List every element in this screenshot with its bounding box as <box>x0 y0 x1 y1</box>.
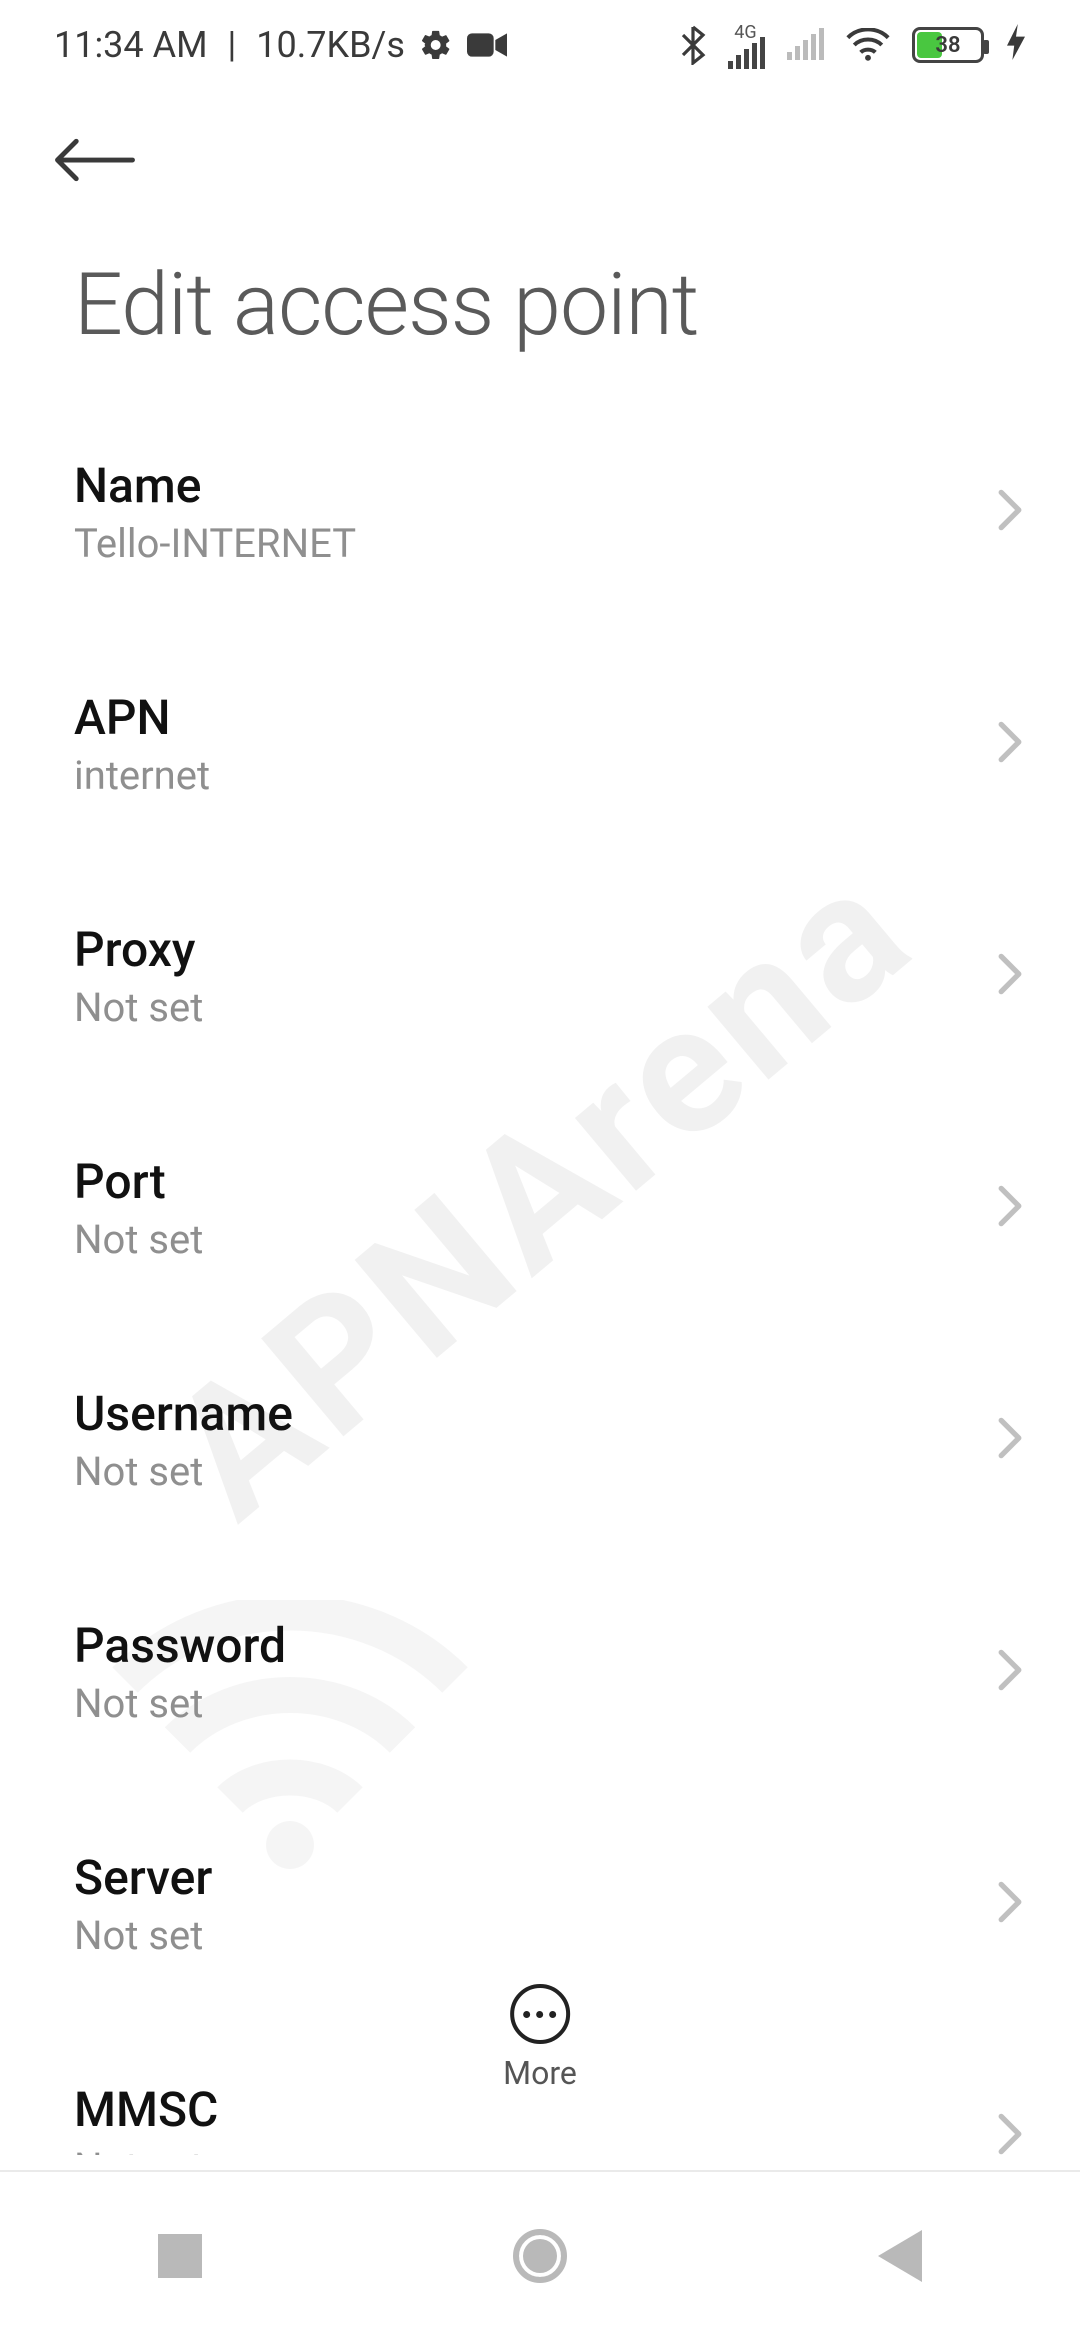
nav-recent-button[interactable] <box>80 2234 280 2278</box>
signal-primary: 4G <box>728 22 765 69</box>
page-title: Edit access point <box>0 204 1080 395</box>
signal-secondary-icon <box>787 30 824 60</box>
status-divider: | <box>228 24 237 66</box>
setting-value: Not set <box>74 984 203 1031</box>
status-net-speed: 10.7KB/s <box>256 24 405 66</box>
setting-value: Tello-INTERNET <box>74 520 356 567</box>
status-time: 11:34 AM <box>54 24 208 66</box>
screen: 11:34 AM | 10.7KB/s 4G 3 <box>0 0 1080 2340</box>
battery-icon: 38 <box>912 27 984 63</box>
setting-label: Name <box>74 457 356 514</box>
status-left: 11:34 AM | 10.7KB/s <box>54 24 507 66</box>
setting-label: Server <box>74 1849 212 1906</box>
setting-value: internet <box>74 752 210 799</box>
more-icon <box>510 1984 570 2044</box>
triangle-left-icon <box>878 2230 922 2282</box>
setting-label: Password <box>74 1617 286 1674</box>
chevron-right-icon <box>996 1648 1050 1696</box>
status-bar: 11:34 AM | 10.7KB/s 4G 3 <box>0 0 1080 90</box>
setting-port[interactable]: Port Not set <box>74 1091 1050 1323</box>
chevron-right-icon <box>996 1184 1050 1232</box>
chevron-right-icon <box>996 2112 1050 2155</box>
more-button[interactable]: More <box>503 1984 577 2092</box>
back-button[interactable] <box>50 130 140 190</box>
chevron-right-icon <box>996 952 1050 1000</box>
battery-percent: 38 <box>915 33 981 58</box>
chevron-right-icon <box>996 1416 1050 1464</box>
app-bar <box>0 90 1080 204</box>
system-nav-bar <box>0 2170 1080 2340</box>
chevron-right-icon <box>996 488 1050 536</box>
chevron-right-icon <box>996 720 1050 768</box>
setting-username[interactable]: Username Not set <box>74 1323 1050 1555</box>
settings-list[interactable]: Name Tello-INTERNET APN internet Proxy N… <box>0 395 1080 2155</box>
nav-back-button[interactable] <box>800 2230 1000 2282</box>
setting-label: Username <box>74 1385 293 1442</box>
signal-bars-icon <box>728 39 765 69</box>
gear-icon <box>419 28 453 62</box>
bluetooth-icon <box>680 25 706 65</box>
charging-icon <box>1006 24 1026 67</box>
status-right: 4G 38 <box>680 22 1026 69</box>
settings-list-container: Name Tello-INTERNET APN internet Proxy N… <box>0 395 1080 2155</box>
setting-name[interactable]: Name Tello-INTERNET <box>74 395 1050 627</box>
nav-home-button[interactable] <box>440 2229 640 2283</box>
circle-icon <box>513 2229 567 2283</box>
setting-password[interactable]: Password Not set <box>74 1555 1050 1787</box>
setting-value: Not set <box>74 2144 218 2155</box>
chevron-right-icon <box>996 1880 1050 1928</box>
setting-value: Not set <box>74 1680 286 1727</box>
video-icon <box>467 31 507 59</box>
setting-label: Proxy <box>74 921 203 978</box>
more-label: More <box>503 2054 577 2092</box>
setting-proxy[interactable]: Proxy Not set <box>74 859 1050 1091</box>
setting-label: Port <box>74 1153 203 1210</box>
setting-apn[interactable]: APN internet <box>74 627 1050 859</box>
setting-value: Not set <box>74 1448 293 1495</box>
setting-value: Not set <box>74 1216 203 1263</box>
setting-label: MMSC <box>74 2081 218 2138</box>
setting-label: APN <box>74 689 210 746</box>
square-icon <box>158 2234 202 2278</box>
wifi-icon <box>846 28 890 62</box>
setting-value: Not set <box>74 1912 212 1959</box>
